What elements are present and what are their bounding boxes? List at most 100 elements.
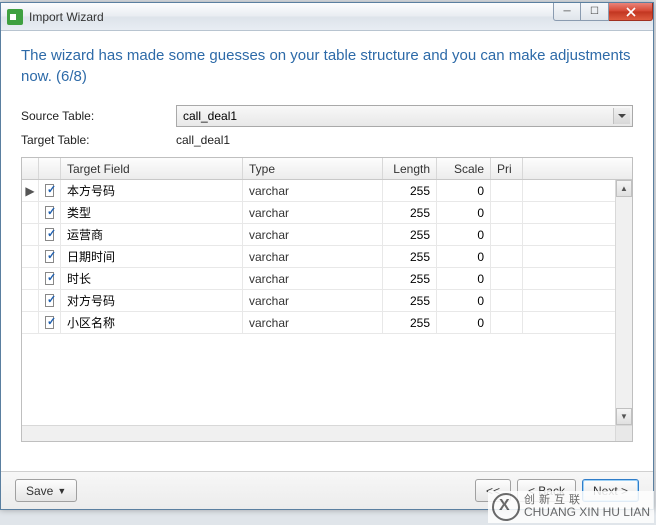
minimize-button[interactable]: ─ bbox=[553, 3, 581, 21]
cell-scale[interactable]: 0 bbox=[437, 312, 491, 333]
cell-target-field[interactable]: 类型 bbox=[61, 202, 243, 223]
cell-primary[interactable] bbox=[491, 180, 523, 201]
row-indicator bbox=[22, 290, 39, 311]
cell-length[interactable]: 255 bbox=[383, 290, 437, 311]
window-title: Import Wizard bbox=[29, 10, 104, 24]
col-length[interactable]: Length bbox=[383, 158, 437, 179]
cell-primary[interactable] bbox=[491, 312, 523, 333]
checkbox-icon[interactable] bbox=[45, 184, 54, 197]
horizontal-scrollbar[interactable] bbox=[22, 425, 615, 441]
row-indicator bbox=[22, 268, 39, 289]
cell-scale[interactable]: 0 bbox=[437, 268, 491, 289]
close-icon bbox=[626, 7, 636, 17]
cell-type[interactable]: varchar bbox=[243, 202, 383, 223]
scroll-up-icon[interactable]: ▲ bbox=[616, 180, 632, 197]
row-indicator bbox=[22, 312, 39, 333]
maximize-button[interactable]: ☐ bbox=[581, 3, 609, 21]
cell-length[interactable]: 255 bbox=[383, 202, 437, 223]
row-checkbox[interactable] bbox=[39, 246, 61, 267]
checkbox-icon[interactable] bbox=[45, 228, 54, 241]
checkbox-icon[interactable] bbox=[45, 250, 54, 263]
row-indicator bbox=[22, 224, 39, 245]
row-checkbox[interactable] bbox=[39, 224, 61, 245]
col-target-field[interactable]: Target Field bbox=[61, 158, 243, 179]
table-row[interactable]: 日期时间varchar2550 bbox=[22, 246, 632, 268]
checkbox-icon[interactable] bbox=[45, 316, 54, 329]
cell-type[interactable]: varchar bbox=[243, 290, 383, 311]
brand-watermark: 创新互联 CHUANG XIN HU LIAN bbox=[488, 491, 654, 523]
table-row[interactable]: 类型varchar2550 bbox=[22, 202, 632, 224]
cell-primary[interactable] bbox=[491, 290, 523, 311]
cell-type[interactable]: varchar bbox=[243, 312, 383, 333]
content-area: The wizard has made some guesses on your… bbox=[1, 31, 653, 442]
table-row[interactable]: 对方号码varchar2550 bbox=[22, 290, 632, 312]
close-button[interactable] bbox=[609, 3, 653, 21]
table-row[interactable]: 时长varchar2550 bbox=[22, 268, 632, 290]
import-wizard-window: Import Wizard ─ ☐ The wizard has made so… bbox=[0, 2, 654, 510]
cell-target-field[interactable]: 小区名称 bbox=[61, 312, 243, 333]
cell-type[interactable]: varchar bbox=[243, 246, 383, 267]
cell-scale[interactable]: 0 bbox=[437, 224, 491, 245]
checkbox-icon[interactable] bbox=[45, 294, 54, 307]
chevron-down-icon[interactable] bbox=[613, 108, 630, 124]
chevron-down-icon: ▼ bbox=[57, 486, 66, 496]
col-type[interactable]: Type bbox=[243, 158, 383, 179]
source-table-row: Source Table: call_deal1 bbox=[21, 105, 633, 127]
scroll-corner bbox=[615, 425, 632, 441]
col-primary[interactable]: Pri bbox=[491, 158, 523, 179]
cell-scale[interactable]: 0 bbox=[437, 246, 491, 267]
row-checkbox[interactable] bbox=[39, 268, 61, 289]
table-row[interactable]: 小区名称varchar2550 bbox=[22, 312, 632, 334]
source-table-dropdown[interactable]: call_deal1 bbox=[176, 105, 633, 127]
target-table-label: Target Table: bbox=[21, 133, 176, 147]
fields-grid: Target Field Type Length Scale Pri ▶ 本方号码… bbox=[21, 157, 633, 442]
vertical-scrollbar[interactable]: ▲ ▼ bbox=[615, 180, 632, 425]
cell-length[interactable]: 255 bbox=[383, 180, 437, 201]
cell-target-field[interactable]: 时长 bbox=[61, 268, 243, 289]
row-indicator: ▶ bbox=[22, 180, 39, 201]
checkbox-icon[interactable] bbox=[45, 206, 54, 219]
cell-primary[interactable] bbox=[491, 202, 523, 223]
cell-scale[interactable]: 0 bbox=[437, 180, 491, 201]
row-checkbox[interactable] bbox=[39, 312, 61, 333]
brand-logo-icon bbox=[492, 493, 520, 521]
row-checkbox[interactable] bbox=[39, 290, 61, 311]
app-icon bbox=[7, 9, 23, 25]
source-table-value: call_deal1 bbox=[183, 109, 237, 123]
cell-scale[interactable]: 0 bbox=[437, 202, 491, 223]
scroll-down-icon[interactable]: ▼ bbox=[616, 408, 632, 425]
cell-length[interactable]: 255 bbox=[383, 246, 437, 267]
window-controls: ─ ☐ bbox=[553, 3, 653, 21]
cell-type[interactable]: varchar bbox=[243, 180, 383, 201]
table-row[interactable]: ▶ 本方号码varchar2550 bbox=[22, 180, 632, 202]
cell-length[interactable]: 255 bbox=[383, 312, 437, 333]
row-indicator bbox=[22, 246, 39, 267]
save-button[interactable]: Save▼ bbox=[15, 479, 77, 502]
source-table-label: Source Table: bbox=[21, 109, 176, 123]
col-indicator[interactable] bbox=[22, 158, 39, 179]
row-indicator bbox=[22, 202, 39, 223]
titlebar[interactable]: Import Wizard ─ ☐ bbox=[1, 3, 653, 31]
col-scale[interactable]: Scale bbox=[437, 158, 491, 179]
target-table-value: call_deal1 bbox=[176, 133, 230, 147]
table-row[interactable]: 运营商varchar2550 bbox=[22, 224, 632, 246]
cell-primary[interactable] bbox=[491, 268, 523, 289]
cell-type[interactable]: varchar bbox=[243, 268, 383, 289]
cell-length[interactable]: 255 bbox=[383, 224, 437, 245]
cell-scale[interactable]: 0 bbox=[437, 290, 491, 311]
cell-length[interactable]: 255 bbox=[383, 268, 437, 289]
cell-type[interactable]: varchar bbox=[243, 224, 383, 245]
col-check[interactable] bbox=[39, 158, 61, 179]
row-checkbox[interactable] bbox=[39, 180, 61, 201]
row-checkbox[interactable] bbox=[39, 202, 61, 223]
cell-target-field[interactable]: 对方号码 bbox=[61, 290, 243, 311]
wizard-heading: The wizard has made some guesses on your… bbox=[21, 45, 633, 87]
grid-body: ▶本方号码varchar2550类型varchar2550运营商varchar2… bbox=[22, 180, 632, 334]
cell-target-field[interactable]: 本方号码 bbox=[61, 180, 243, 201]
checkbox-icon[interactable] bbox=[45, 272, 54, 285]
target-table-row: Target Table: call_deal1 bbox=[21, 133, 633, 147]
cell-target-field[interactable]: 日期时间 bbox=[61, 246, 243, 267]
cell-primary[interactable] bbox=[491, 224, 523, 245]
cell-primary[interactable] bbox=[491, 246, 523, 267]
cell-target-field[interactable]: 运营商 bbox=[61, 224, 243, 245]
